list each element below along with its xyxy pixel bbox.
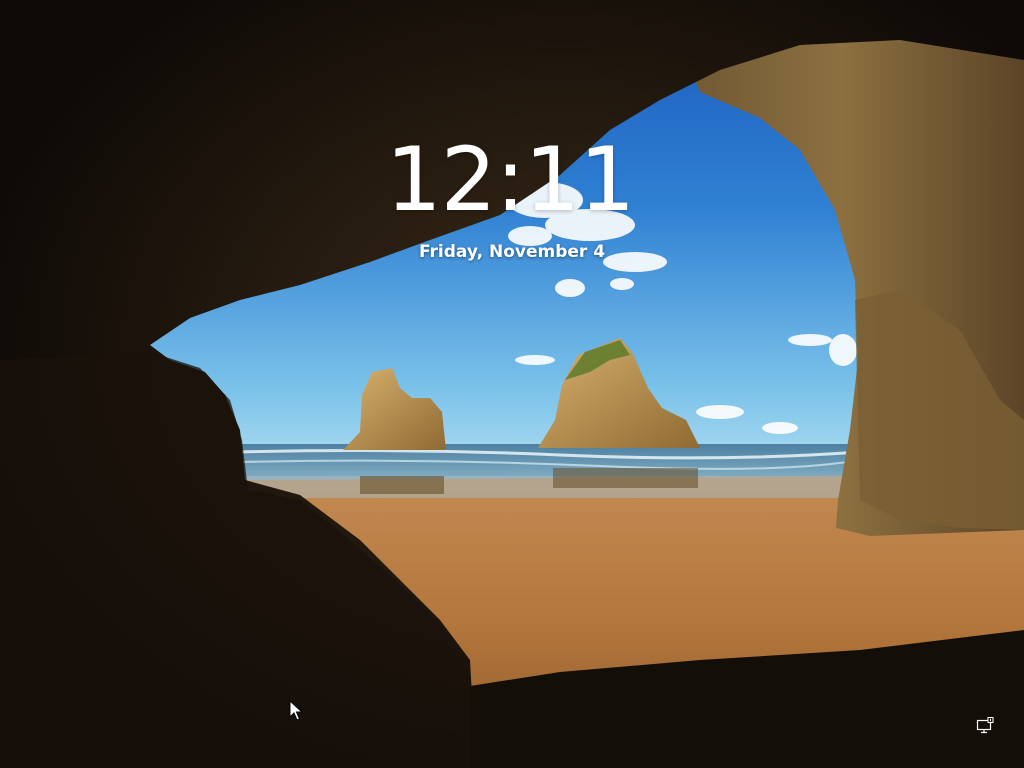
lock-screen[interactable]: 12:11 Friday, November 4 (0, 0, 1024, 768)
network-computer-icon[interactable] (974, 715, 996, 737)
lock-screen-wallpaper (0, 0, 1024, 768)
